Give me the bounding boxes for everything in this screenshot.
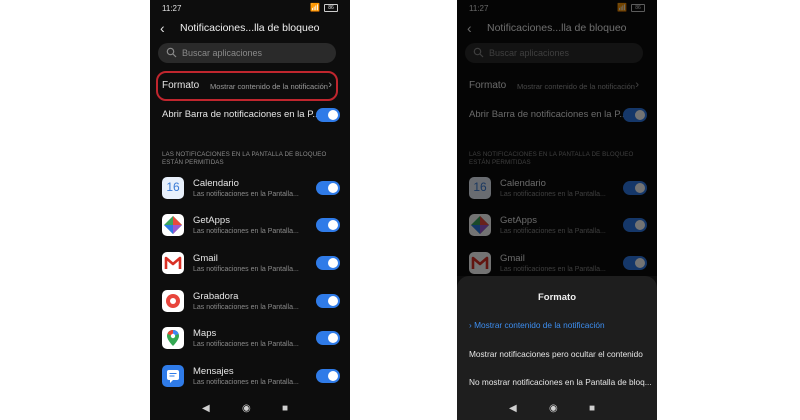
open-notification-bar-row[interactable]: Abrir Barra de notificaciones en la P... xyxy=(162,106,340,124)
phone-screen-settings: 11:27 📶 86 ‹ Notificaciones...lla de blo… xyxy=(150,0,350,420)
search-icon xyxy=(166,47,177,58)
calendar-app-icon: 16 xyxy=(162,177,184,199)
phone-screen-format-sheet: 11:27 📶 86 ‹ Notificaciones...lla de blo… xyxy=(457,0,657,420)
nav-home-icon[interactable]: ◉ xyxy=(242,403,251,414)
app-name: Gmail xyxy=(193,253,218,264)
highlight-outline xyxy=(156,71,338,101)
app-name: Calendario xyxy=(193,178,239,189)
app-row-getapps[interactable]: GetApps Las notificaciones en la Pantall… xyxy=(162,213,340,243)
app-row-grabadora[interactable]: Grabadora Las notificaciones en la Panta… xyxy=(162,289,340,319)
app-subtitle: Las notificaciones en la Pantalla... xyxy=(193,379,299,386)
status-bar: 11:27 📶 86 xyxy=(150,0,350,16)
app-toggle[interactable] xyxy=(316,331,340,345)
app-toggle[interactable] xyxy=(316,294,340,308)
signal-icon: 📶 xyxy=(310,3,320,12)
app-subtitle: Las notificaciones en la Pantalla... xyxy=(193,304,299,311)
battery-icon: 86 xyxy=(324,3,338,12)
app-name: Mensajes xyxy=(193,366,234,377)
app-toggle[interactable] xyxy=(316,256,340,270)
navigation-bar: ◀ ◉ ■ xyxy=(457,398,657,420)
open-bar-toggle[interactable] xyxy=(316,108,340,122)
format-bottom-sheet: Formato › Mostrar contenido de la notifi… xyxy=(457,276,657,398)
selected-chevron-icon: › xyxy=(469,320,472,330)
open-bar-label: Abrir Barra de notificaciones en la P... xyxy=(162,109,321,120)
back-arrow-icon[interactable]: ‹ xyxy=(160,20,165,36)
app-name: GetApps xyxy=(193,215,230,226)
top-bar: ‹ Notificaciones...lla de bloqueo xyxy=(150,18,350,40)
messages-app-icon xyxy=(162,365,184,387)
search-input[interactable]: Buscar aplicaciones xyxy=(158,43,336,63)
status-time: 11:27 xyxy=(162,4,182,13)
dim-overlay[interactable] xyxy=(457,0,657,276)
app-toggle[interactable] xyxy=(316,218,340,232)
sheet-title: Formato xyxy=(538,292,576,303)
app-subtitle: Las notificaciones en la Pantalla... xyxy=(193,191,299,198)
app-row-maps[interactable]: Maps Las notificaciones en la Pantalla..… xyxy=(162,326,340,356)
nav-back-icon[interactable]: ◀ xyxy=(509,403,517,414)
nav-home-icon[interactable]: ◉ xyxy=(549,403,558,414)
maps-app-icon xyxy=(162,327,184,349)
app-toggle[interactable] xyxy=(316,181,340,195)
app-name: Grabadora xyxy=(193,291,239,302)
app-row-calendario[interactable]: 16 Calendario Las notificaciones en la P… xyxy=(162,176,340,206)
app-row-gmail[interactable]: Gmail Las notificaciones en la Pantalla.… xyxy=(162,251,340,281)
nav-recents-icon[interactable]: ■ xyxy=(589,403,595,414)
option-dont-show[interactable]: No mostrar notificaciones en la Pantalla… xyxy=(469,377,653,387)
recorder-app-icon xyxy=(162,290,184,312)
page-title: Notificaciones...lla de bloqueo xyxy=(180,22,320,34)
option-hide-content[interactable]: Mostrar notificaciones pero ocultar el c… xyxy=(469,349,653,359)
navigation-bar: ◀ ◉ ■ xyxy=(150,398,350,420)
nav-recents-icon[interactable]: ■ xyxy=(282,403,288,414)
option-show-content[interactable]: › Mostrar contenido de la notificación xyxy=(469,320,653,330)
app-subtitle: Las notificaciones en la Pantalla... xyxy=(193,266,299,273)
section-header: LAS NOTIFICACIONES EN LA PANTALLA DE BLO… xyxy=(162,151,327,166)
app-subtitle: Las notificaciones en la Pantalla... xyxy=(193,341,299,348)
app-toggle[interactable] xyxy=(316,369,340,383)
nav-back-icon[interactable]: ◀ xyxy=(202,403,210,414)
gmail-app-icon xyxy=(162,252,184,274)
search-placeholder: Buscar aplicaciones xyxy=(182,48,263,58)
app-subtitle: Las notificaciones en la Pantalla... xyxy=(193,228,299,235)
getapps-app-icon xyxy=(162,214,184,236)
status-icons: 📶 86 xyxy=(310,3,338,12)
app-name: Maps xyxy=(193,328,217,339)
app-row-mensajes[interactable]: Mensajes Las notificaciones en la Pantal… xyxy=(162,364,340,394)
